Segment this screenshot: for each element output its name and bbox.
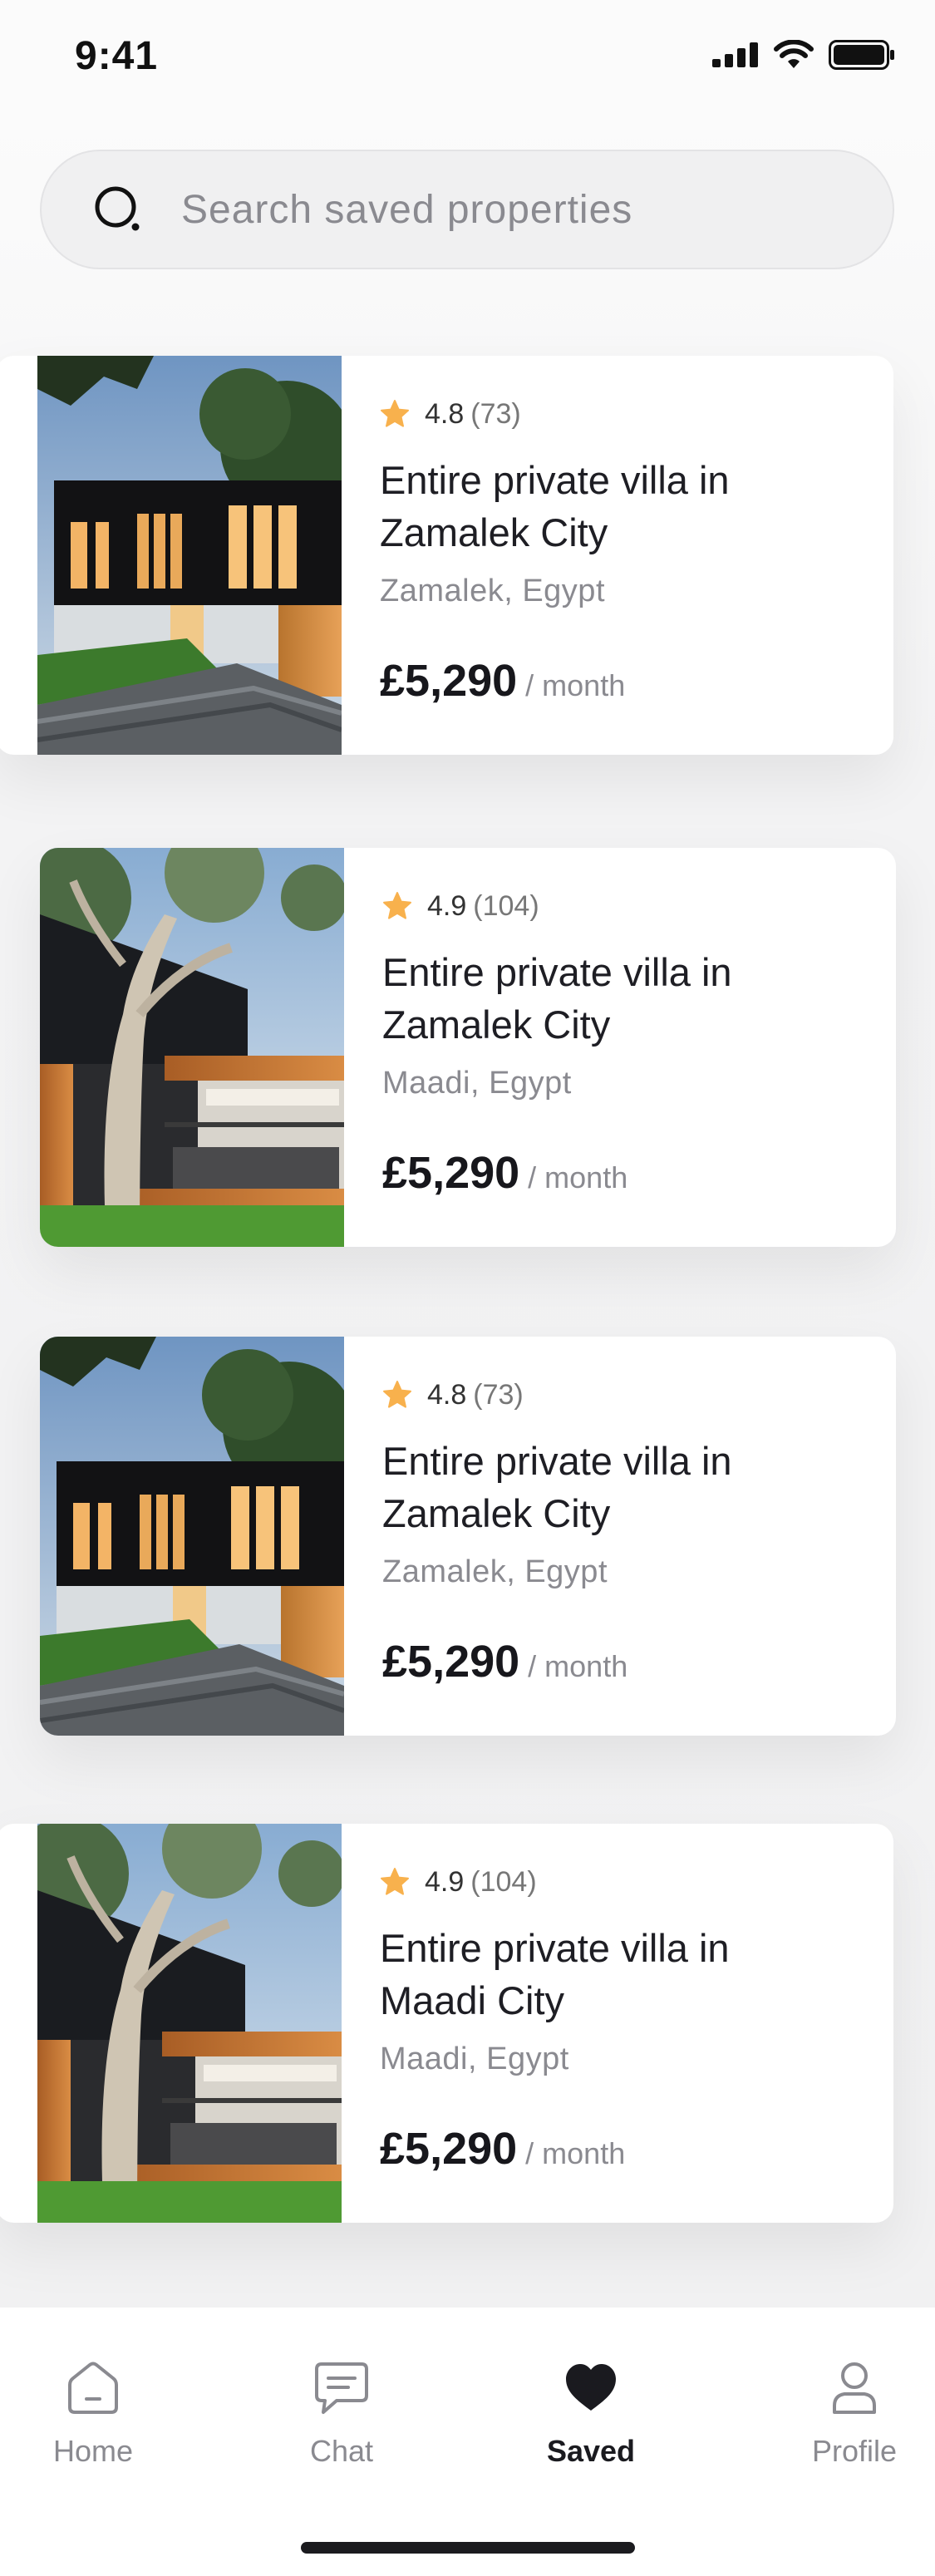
listing-price: £5,290	[380, 656, 518, 706]
listing-title[interactable]: Entire private villa in Zamalek City	[380, 454, 845, 559]
home-icon	[68, 2362, 118, 2414]
star-icon	[381, 400, 409, 427]
tab-label: Chat	[309, 2434, 374, 2468]
rating-value: 4.9	[427, 889, 467, 922]
property-photo	[37, 1824, 342, 2223]
price-period: / month	[528, 1649, 628, 1683]
listing-location: Maadi, Egypt	[382, 1066, 572, 1101]
home-indicator[interactable]	[301, 2542, 635, 2554]
property-photo	[40, 1337, 344, 1736]
listing-location: Maadi, Egypt	[380, 2042, 569, 2076]
tab-label: Profile	[811, 2434, 898, 2468]
search-input[interactable]	[181, 151, 863, 268]
listing-location: Zamalek, Egypt	[382, 1554, 608, 1589]
tab-saved[interactable]: Saved	[516, 2357, 666, 2469]
listing-info: 4.9 (104) Entire private villa in Zamale…	[382, 848, 863, 1247]
tab-chat[interactable]: Chat	[267, 2357, 416, 2469]
review-count: (104)	[470, 1865, 537, 1898]
listing-info: 4.8 (73) Entire private villa in Zamalek…	[382, 1337, 863, 1736]
listing-card[interactable]: 4.8 (73) Entire private villa in Zamalek…	[0, 356, 893, 755]
listing-price: £5,290	[382, 1637, 520, 1687]
price-period: / month	[525, 668, 626, 702]
rating: 4.9 (104)	[382, 888, 539, 924]
listing-card[interactable]: 4.9 (104) Entire private villa in Zamale…	[40, 848, 896, 1247]
signal-icon	[712, 42, 758, 67]
listing-title[interactable]: Entire private villa in Zamalek City	[382, 1435, 848, 1539]
wifi-icon	[774, 40, 814, 68]
listing-price: £5,290	[380, 2124, 518, 2174]
tab-label: Home	[52, 2434, 134, 2468]
rating-value: 4.8	[425, 397, 465, 430]
battery-icon	[829, 40, 894, 70]
star-icon	[383, 892, 411, 919]
price-row: £5,290 / month	[382, 1147, 627, 1199]
bottom-tab-bar: Home Chat Saved Profile	[0, 2308, 935, 2576]
listing-location: Zamalek, Egypt	[380, 574, 605, 608]
review-count: (104)	[473, 889, 539, 922]
status-icons	[712, 40, 895, 70]
price-row: £5,290 / month	[382, 1636, 627, 1687]
listing-card[interactable]: 4.9 (104) Entire private villa in Maadi …	[0, 1824, 893, 2223]
price-row: £5,290 / month	[380, 2123, 625, 2175]
listing-info: 4.8 (73) Entire private villa in Zamalek…	[380, 356, 860, 755]
search-bar[interactable]	[40, 150, 894, 269]
heart-icon	[566, 2364, 616, 2411]
tab-home[interactable]: Home	[18, 2357, 168, 2469]
price-period: / month	[528, 1160, 628, 1194]
review-count: (73)	[473, 1378, 524, 1411]
status-bar: 9:41	[0, 0, 935, 116]
property-photo	[40, 848, 344, 1247]
tab-profile[interactable]: Profile	[780, 2357, 929, 2469]
listing-info: 4.9 (104) Entire private villa in Maadi …	[380, 1824, 860, 2223]
property-photo	[37, 356, 342, 755]
search-icon	[95, 186, 140, 231]
rating: 4.8 (73)	[380, 396, 521, 432]
listing-title[interactable]: Entire private villa in Maadi City	[380, 1922, 845, 2027]
price-period: / month	[525, 2136, 626, 2170]
tab-label: Saved	[546, 2434, 636, 2468]
rating: 4.9 (104)	[380, 1864, 537, 1900]
review-count: (73)	[470, 397, 521, 430]
listing-price: £5,290	[382, 1148, 520, 1198]
star-icon	[381, 1868, 409, 1895]
price-row: £5,290 / month	[380, 655, 625, 707]
rating-value: 4.9	[425, 1865, 465, 1898]
profile-icon	[833, 2362, 876, 2414]
listing-card[interactable]: 4.8 (73) Entire private villa in Zamalek…	[40, 1337, 896, 1736]
listing-title[interactable]: Entire private villa in Zamalek City	[382, 946, 848, 1051]
star-icon	[383, 1381, 411, 1408]
chat-icon	[315, 2362, 368, 2414]
rating-value: 4.8	[427, 1378, 467, 1411]
status-time: 9:41	[75, 34, 159, 78]
rating: 4.8 (73)	[382, 1377, 524, 1413]
